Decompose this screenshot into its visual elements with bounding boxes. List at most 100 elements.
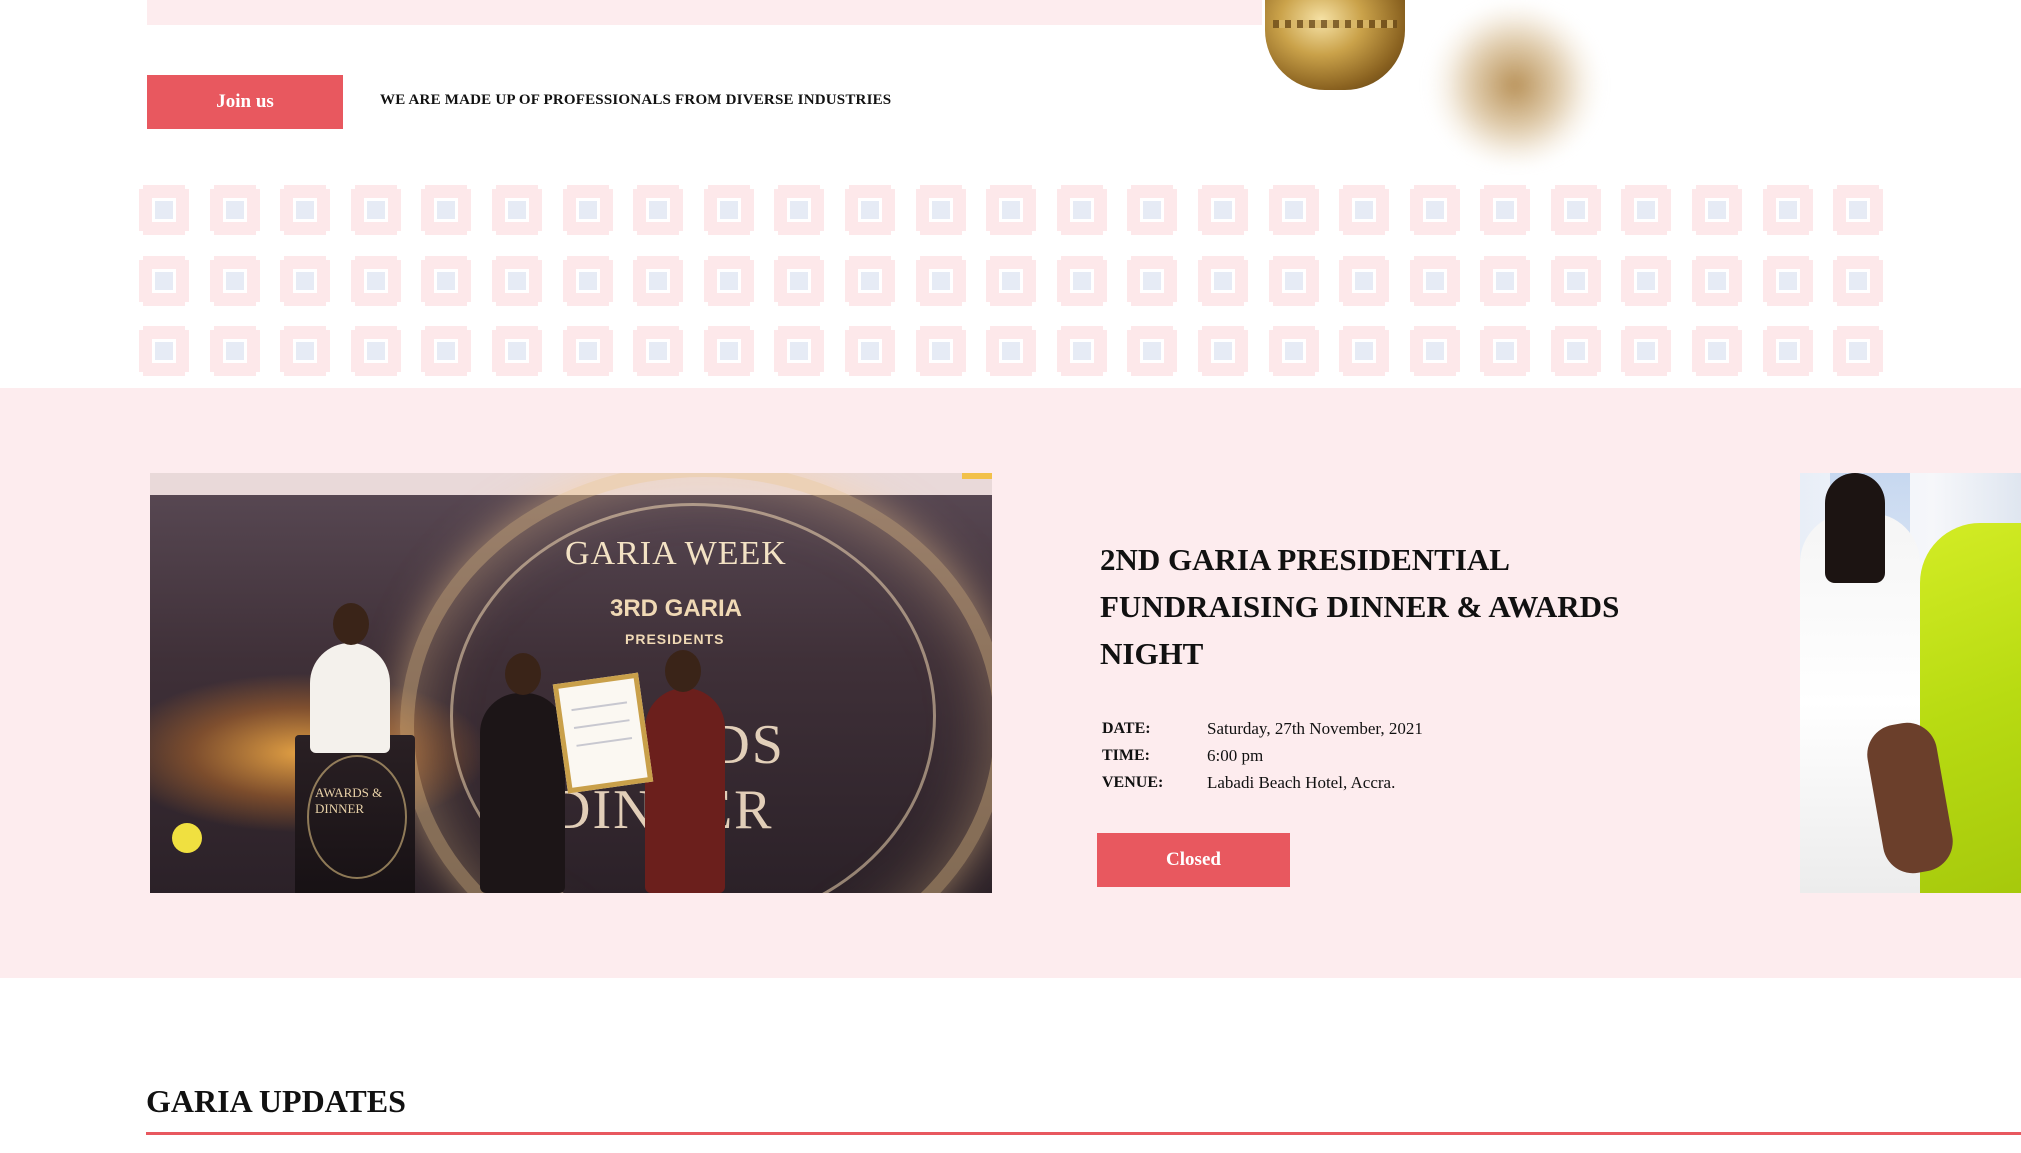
certificate-line [571, 701, 628, 712]
join-us-button[interactable]: Join us [147, 75, 343, 129]
certificate-line [576, 737, 633, 747]
pattern-tile [774, 326, 825, 376]
decorative-tile-pattern [139, 185, 1884, 376]
event-venue-label: VENUE: [1102, 773, 1164, 791]
pattern-tile [491, 185, 542, 235]
pattern-tile [1550, 185, 1601, 235]
photo-person-presenter-head [665, 650, 701, 692]
top-banner-strip [147, 0, 1262, 25]
pattern-tile [1762, 255, 1813, 306]
pattern-tile [633, 185, 684, 235]
event-venue-value: Labadi Beach Hotel, Accra. [1207, 772, 1396, 792]
pattern-tile [1339, 185, 1390, 235]
pattern-tile [139, 255, 189, 306]
photo-banner-subtitle: 3RD GARIA [610, 595, 743, 622]
pattern-tile [209, 326, 260, 376]
pattern-tile [844, 326, 895, 376]
pattern-tile [1409, 255, 1460, 306]
next-photo-person-hair [1825, 473, 1885, 583]
event-status-button[interactable]: Closed [1097, 833, 1290, 887]
photo-person-recipient [480, 693, 565, 893]
pattern-tile [1692, 326, 1743, 376]
pattern-tile [350, 185, 401, 235]
pattern-tile [844, 185, 895, 235]
pattern-tile [491, 255, 542, 306]
certificate-line [573, 719, 630, 729]
event-section: GARIA WEEK 3RD GARIA PRESIDENTS RDS DINN… [0, 388, 2021, 978]
pattern-tile [633, 255, 684, 306]
pattern-tile [1762, 326, 1813, 376]
pattern-tile [1409, 326, 1460, 376]
pattern-tile [774, 185, 825, 235]
pattern-tile [1056, 255, 1107, 306]
pattern-tile [915, 185, 966, 235]
pattern-tile [491, 326, 542, 376]
event-time-value: 6:00 pm [1207, 745, 1264, 765]
photo-banner-title: GARIA WEEK [565, 535, 787, 572]
pattern-tile [844, 255, 895, 306]
photo-person-presenter [645, 688, 725, 893]
event-time-row: TIME: 6:00 pm [1102, 742, 1423, 769]
pattern-tile [915, 255, 966, 306]
photo-banner-subtitle2: PRESIDENTS [625, 631, 725, 647]
pattern-tile [280, 326, 331, 376]
photo-person-recipient-head [505, 653, 541, 695]
event-venue-row: VENUE: Labadi Beach Hotel, Accra. [1102, 769, 1423, 796]
pattern-tile [421, 185, 472, 235]
page: Join us WE ARE MADE UP OF PROFESSIONALS … [0, 0, 2021, 1153]
trophy-cup-shape [1265, 0, 1405, 90]
podium-text: AWARDS & DINNER [315, 785, 383, 816]
pattern-tile [703, 326, 754, 376]
pattern-tile [562, 255, 613, 306]
pattern-tile [986, 255, 1037, 306]
pattern-tile [350, 326, 401, 376]
pattern-tile [1550, 326, 1601, 376]
pattern-tile [1339, 255, 1390, 306]
pattern-tile [209, 255, 260, 306]
pattern-tile [1268, 255, 1319, 306]
event-date-label: DATE: [1102, 719, 1151, 737]
trophy-image [1255, 0, 1675, 175]
pattern-tile [1762, 185, 1813, 235]
pattern-tile [703, 255, 754, 306]
pattern-tile [139, 326, 189, 376]
pattern-tile [1480, 185, 1531, 235]
pattern-tile [1056, 185, 1107, 235]
pattern-tile [1550, 255, 1601, 306]
pattern-tile [633, 326, 684, 376]
pattern-tile [1197, 326, 1248, 376]
podium-badge [307, 755, 407, 879]
pattern-tile [703, 185, 754, 235]
event-date-row: DATE: Saturday, 27th November, 2021 [1102, 715, 1423, 742]
trophy-blur-shape [1430, 5, 1600, 165]
next-slide-photo[interactable]: S' [1800, 473, 2021, 893]
photo-person-host [310, 643, 390, 753]
pattern-tile [562, 326, 613, 376]
pattern-tile [1621, 255, 1672, 306]
pattern-tile [1833, 255, 1884, 306]
event-photo: GARIA WEEK 3RD GARIA PRESIDENTS RDS DINN… [150, 473, 992, 893]
pattern-tile [1127, 185, 1178, 235]
pattern-tile [774, 255, 825, 306]
trophy-band-shape [1273, 20, 1397, 28]
pattern-tile [421, 255, 472, 306]
pattern-tile [1197, 255, 1248, 306]
updates-section-title: GARIA UPDATES [146, 1083, 406, 1119]
pattern-tile [280, 185, 331, 235]
event-title: 2ND GARIA PRESIDENTIAL FUNDRAISING DINNE… [1100, 542, 1620, 671]
pattern-tile [1339, 326, 1390, 376]
pattern-tile [1833, 326, 1884, 376]
pattern-tile [1409, 185, 1460, 235]
pattern-tile [562, 185, 613, 235]
pattern-tile [1127, 326, 1178, 376]
updates-title-underline [146, 1132, 2021, 1135]
pattern-tile [280, 255, 331, 306]
event-date-value: Saturday, 27th November, 2021 [1207, 718, 1423, 738]
tagline-text: WE ARE MADE UP OF PROFESSIONALS FROM DIV… [380, 92, 892, 108]
photo-person-host-head [333, 603, 369, 645]
pattern-tile [1197, 185, 1248, 235]
pattern-tile [1692, 255, 1743, 306]
pattern-tile [1268, 326, 1319, 376]
pattern-tile [139, 185, 189, 235]
pattern-tile [1127, 255, 1178, 306]
